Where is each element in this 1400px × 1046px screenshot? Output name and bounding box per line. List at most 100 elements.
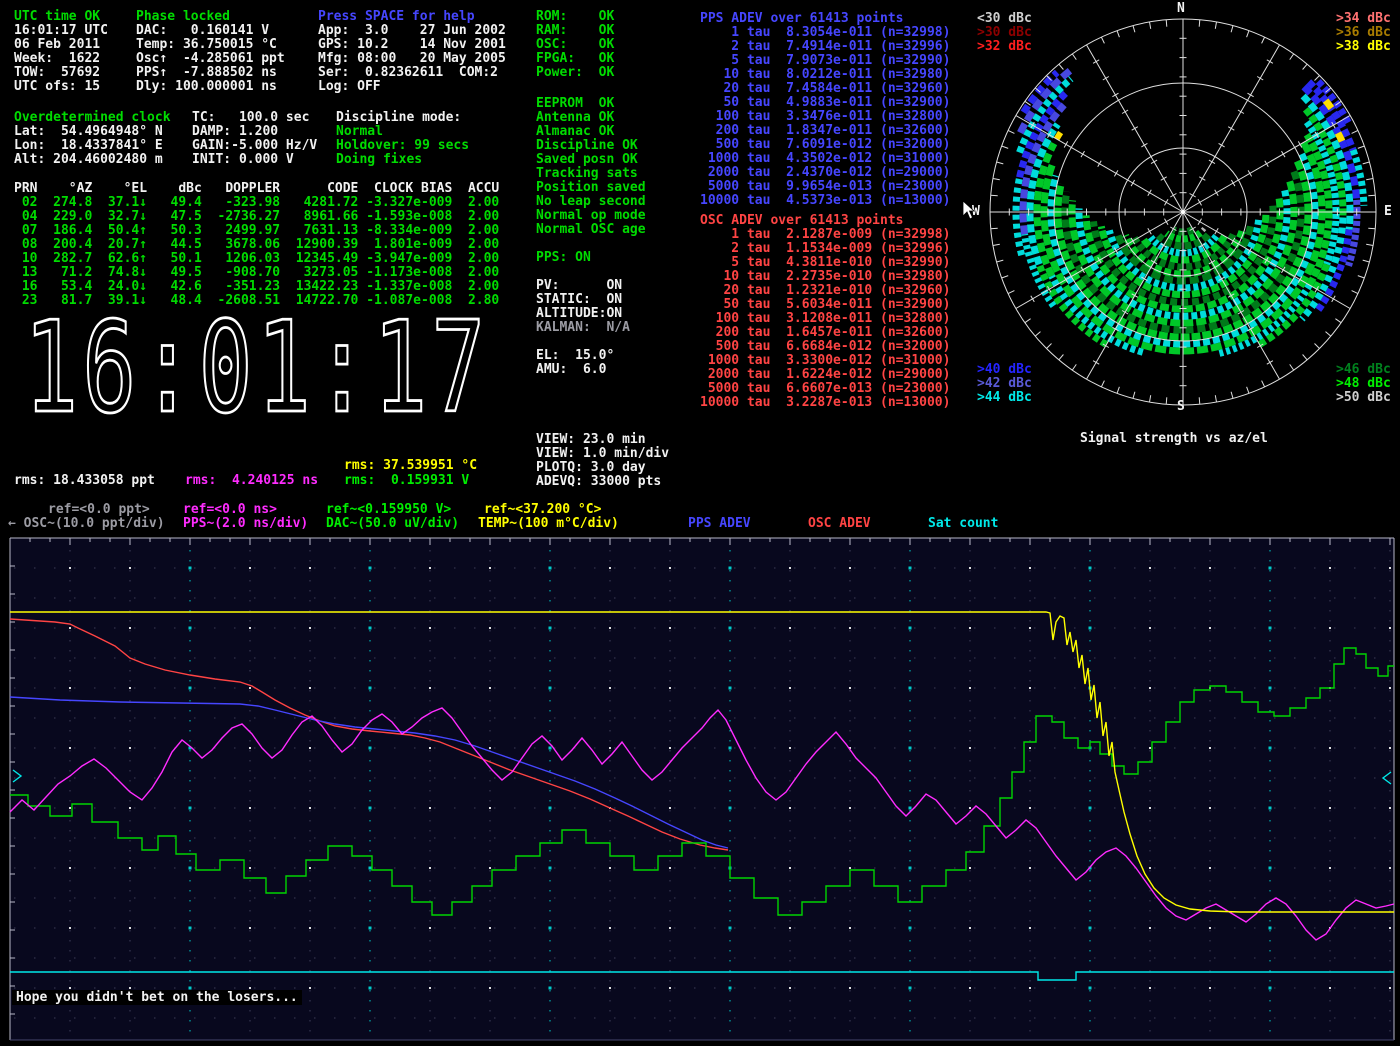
loop-params-block-line: DAMP: 1.200 xyxy=(192,125,317,139)
mask-block-line: EL: 15.0° xyxy=(536,349,614,363)
version-block-line: GPS: 10.2 14 Nov 2001 xyxy=(318,38,506,52)
dbc-gt36-line: >36 dBc xyxy=(1336,26,1391,40)
phase-block-line: DAC: 0.160141 V xyxy=(136,24,285,38)
device-status-block: ROM: OKRAM: OKOSC: OKFPGA: OKPower: OK xyxy=(536,10,614,80)
dbc-gt44: >44 dBc xyxy=(977,391,1032,405)
version-block: App: 3.0 27 Jun 2002GPS: 10.2 14 Nov 200… xyxy=(318,24,506,94)
device-status-block-line: OSC: OK xyxy=(536,38,614,52)
compass-s: S xyxy=(1177,400,1185,414)
big-clock: 16:01:17 xyxy=(24,302,489,436)
compass-e: E xyxy=(1384,205,1392,219)
dbc-gt38: >38 dBc xyxy=(1336,40,1391,54)
adev-pps-row: 5 tau 7.9073e-011 (n=32990) xyxy=(700,54,950,68)
strip-chart-plot[interactable] xyxy=(0,530,1400,1046)
legend-osc-adev: OSC ADEV xyxy=(808,517,871,531)
compass-s-line: S xyxy=(1177,400,1185,414)
adev-pps-row: 20 tau 7.4584e-011 (n=32960) xyxy=(700,82,950,96)
legend-osc-adev-line: OSC ADEV xyxy=(808,517,871,531)
phase-block-line: Dly: 100.000001 ns xyxy=(136,80,285,94)
device-status-block-line: RAM: OK xyxy=(536,24,614,38)
receiver-health-block-line: Almanac OK xyxy=(536,125,646,139)
adev-pps-row: 1 tau 8.3054e-011 (n=32998) xyxy=(700,26,950,40)
adev-osc-row: 2000 tau 1.6224e-012 (n=29000) xyxy=(700,368,950,382)
utc-status-title-line: UTC time OK xyxy=(14,10,100,24)
status-message: Hope you didn't bet on the losers... xyxy=(12,990,302,1005)
view-settings-block-line: ADEVQ: 33000 pts xyxy=(536,475,669,489)
receiver-health-block: EEPROM OKAntenna OKAlmanac OKDiscipline … xyxy=(536,97,646,237)
pps-state: PPS: ON xyxy=(536,251,591,265)
sat-table-header: PRN °AZ °EL dBc DOPPLER CODE CLOCK BIAS … xyxy=(14,182,499,196)
dbc-gt32-line: >32 dBc xyxy=(977,40,1032,54)
rms-temp: rms: 37.539951 °C xyxy=(344,459,477,473)
receiver-health-block-line: EEPROM OK xyxy=(536,97,646,111)
pps-adev-table: PPS ADEV over 61413 points 1 tau 8.3054e… xyxy=(700,12,950,208)
polar-caption: Signal strength vs az/el xyxy=(1080,432,1268,446)
ref-temp: ref~<37.200 °C> xyxy=(484,503,601,517)
legend-osc-line: ← OSC~(10.0 ppt/div) xyxy=(8,517,165,531)
dbc-gt50-line: >50 dBc xyxy=(1336,391,1391,405)
rms-osc-line: rms: 18.433058 ppt xyxy=(14,474,155,488)
adev-pps-row: 2 tau 7.4914e-011 (n=32996) xyxy=(700,40,950,54)
position-block-line: Lon: 18.4337841° E xyxy=(14,139,163,153)
dbc-gt50: >50 dBc xyxy=(1336,391,1391,405)
rms-pps-line: rms: 4.240125 ns xyxy=(185,474,318,488)
dbc-gt36: >36 dBc xyxy=(1336,26,1391,40)
adev-osc-row: 2 tau 1.1534e-009 (n=32996) xyxy=(700,242,950,256)
phase-title: Phase locked xyxy=(136,10,230,24)
mouse-cursor xyxy=(962,200,977,221)
legend-pps-adev-line: PPS ADEV xyxy=(688,517,751,531)
dbc-gt40: >40 dBc xyxy=(977,363,1032,377)
adev-osc-row: 5 tau 4.3811e-010 (n=32990) xyxy=(700,256,950,270)
sat-table-row: 07 186.4 50.4↑ 50.3 2499.97 7631.13 -8.3… xyxy=(14,224,499,238)
dbc-gt34-line: >34 dBc xyxy=(1336,12,1391,26)
sat-table-row: 02 274.8 37.1↓ 49.4 -323.98 4281.72 -3.3… xyxy=(14,196,499,210)
legend-sat-count: Sat count xyxy=(928,517,998,531)
mask-block: EL: 15.0°AMU: 6.0 xyxy=(536,349,614,377)
receiver-health-block-line: Antenna OK xyxy=(536,111,646,125)
adev-osc-row: 500 tau 6.6684e-012 (n=32000) xyxy=(700,340,950,354)
phase-block-line: Temp: 36.750015 °C xyxy=(136,38,285,52)
odclock-title-line: Overdetermined clock xyxy=(14,111,171,125)
legend-pps: PPS~(2.0 ns/div) xyxy=(183,517,308,531)
version-block-line: Mfg: 08:00 20 May 2005 xyxy=(318,52,506,66)
legend-temp: TEMP~(100 m°C/div) xyxy=(478,517,619,531)
dbc-lt30-line: <30 dBc xyxy=(977,12,1032,26)
adev-osc-row: 10 tau 2.2735e-010 (n=32980) xyxy=(700,270,950,284)
adev-pps-row: 100 tau 3.3476e-011 (n=32800) xyxy=(700,110,950,124)
sat-table-row: 08 200.4 20.7↑ 44.5 3678.06 12900.39 1.8… xyxy=(14,238,499,252)
discipline-mode-label-line: Discipline mode: xyxy=(336,111,461,125)
utc-status-title: UTC time OK xyxy=(14,10,100,24)
mask-block-line: AMU: 6.0 xyxy=(536,363,614,377)
dbc-gt48: >48 dBc xyxy=(1336,377,1391,391)
plot-grid xyxy=(10,538,1394,1040)
legend-osc: ← OSC~(10.0 ppt/div) xyxy=(8,517,165,531)
dbc-gt46-line: >46 dBc xyxy=(1336,363,1391,377)
dbc-gt42-line: >42 dBc xyxy=(977,377,1032,391)
phase-title-line: Phase locked xyxy=(136,10,230,24)
adev-osc-row: 50 tau 5.6034e-011 (n=32900) xyxy=(700,298,950,312)
device-status-block-line: ROM: OK xyxy=(536,10,614,24)
position-block-line: Lat: 54.4964948° N xyxy=(14,125,163,139)
rms-osc: rms: 18.433058 ppt xyxy=(14,474,155,488)
dbc-lt30: <30 dBc xyxy=(977,12,1032,26)
adev-osc-row: 5000 tau 6.6607e-013 (n=23000) xyxy=(700,382,950,396)
dbc-gt30: >30 dBc xyxy=(977,26,1032,40)
utc-time-block-line: TOW: 57692 xyxy=(14,66,108,80)
discipline-mode-values-line: Doing fixes xyxy=(336,153,469,167)
adev-pps-row: 50 tau 4.9883e-011 (n=32900) xyxy=(700,96,950,110)
version-block-line: Log: OFF xyxy=(318,80,506,94)
mouse-cursor-arrow xyxy=(963,201,974,219)
version-block-line: App: 3.0 27 Jun 2002 xyxy=(318,24,506,38)
pps-state-line: PPS: ON xyxy=(536,251,591,265)
sat-table-row: 04 229.0 32.7↓ 47.5 -2736.27 8961.66 -1.… xyxy=(14,210,499,224)
dbc-gt48-line: >48 dBc xyxy=(1336,377,1391,391)
receiver-health-block-line: No leap second xyxy=(536,195,646,209)
discipline-mode-values: NormalHoldover: 99 secsDoing fixes xyxy=(336,125,469,167)
legend-sat-count-line: Sat count xyxy=(928,517,998,531)
adev-pps-row: 10000 tau 4.5373e-013 (n=13000) xyxy=(700,194,950,208)
loop-params-block-line: GAIN:-5.000 Hz/V xyxy=(192,139,317,153)
receiver-health-block-line: Normal OSC age xyxy=(536,223,646,237)
loop-params-block: TC: 100.0 secDAMP: 1.200GAIN:-5.000 Hz/V… xyxy=(192,111,317,167)
adev-osc-row: 1 tau 2.1287e-009 (n=32998) xyxy=(700,228,950,242)
odclock-title: Overdetermined clock xyxy=(14,111,171,125)
